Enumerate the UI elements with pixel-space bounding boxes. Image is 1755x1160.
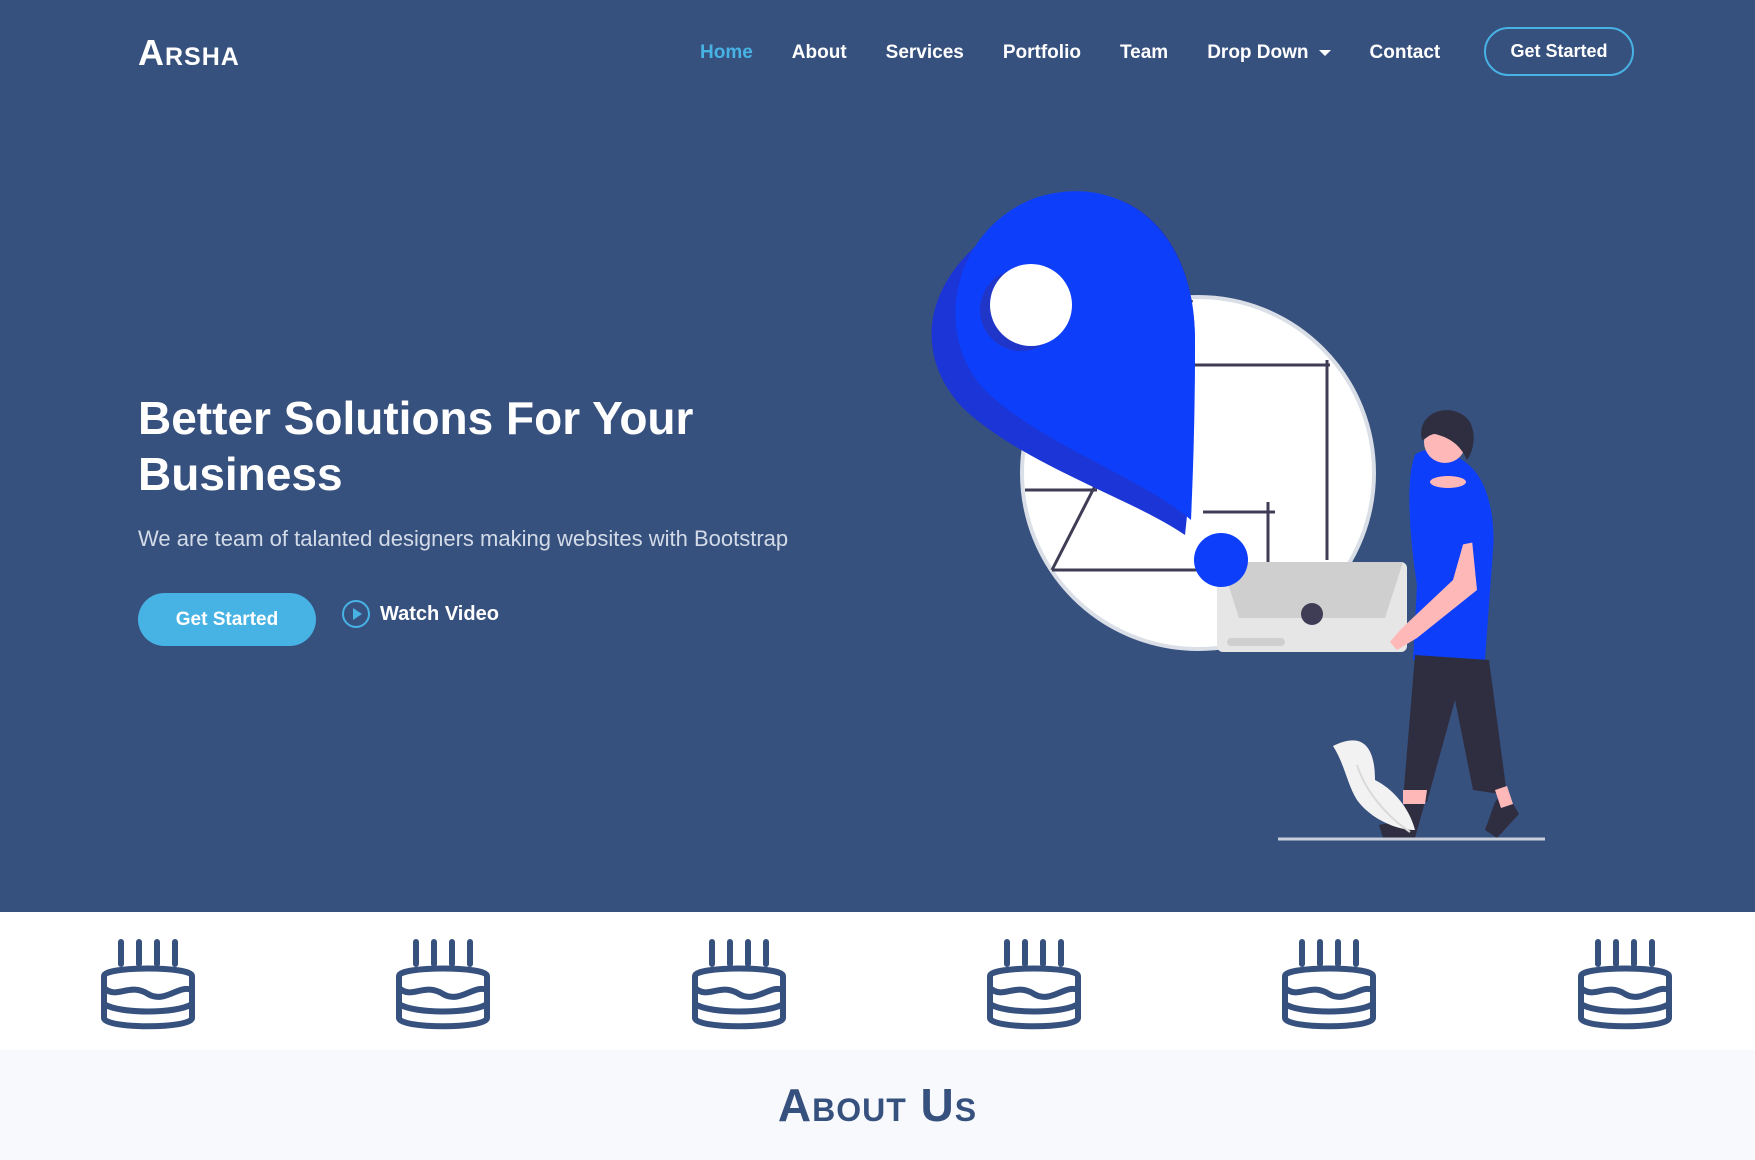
- nav-get-started-button[interactable]: Get Started: [1484, 27, 1634, 76]
- hero-subtitle: We are team of talanted designers making…: [138, 526, 789, 551]
- hero-illustration: [931, 191, 1545, 841]
- birthday-cake-icon[interactable]: [690, 934, 788, 1030]
- play-circle-icon: [342, 600, 370, 628]
- nav-item-label: Portfolio: [1002, 42, 1081, 63]
- nav-item-about[interactable]: About: [792, 42, 847, 64]
- plant-leaf: [1333, 740, 1415, 830]
- nav-item-portfolio[interactable]: Portfolio: [1003, 42, 1081, 64]
- watch-video-label: Watch Video: [380, 602, 499, 625]
- nav-item-label: Home: [700, 42, 753, 63]
- hero-title: Better Solutions For Your Business: [138, 390, 838, 502]
- pin-hole: [990, 264, 1072, 346]
- clients-strip: [0, 912, 1755, 1050]
- birthday-cake-icon[interactable]: [99, 934, 197, 1030]
- hero-title-line1: Better Solutions For Your: [138, 392, 694, 444]
- hero-get-started-button[interactable]: Get Started: [138, 593, 316, 646]
- nav-item-label: Team: [1119, 42, 1169, 63]
- watch-video-link[interactable]: Watch Video: [342, 598, 499, 630]
- birthday-cake-icon[interactable]: [1576, 934, 1674, 1030]
- envelope-seal: [1301, 603, 1323, 625]
- nav-item-label: About: [791, 42, 847, 63]
- about-section: About Us: [0, 1050, 1755, 1160]
- nav-item-team[interactable]: Team: [1120, 42, 1168, 64]
- nav-item-contact[interactable]: Contact: [1370, 42, 1441, 64]
- hero-section: Arsha Home About Services Portfolio Team…: [0, 0, 1755, 912]
- caret-down-icon: [1318, 50, 1331, 56]
- birthday-cake-icon[interactable]: [1280, 934, 1378, 1030]
- nav-item-dropdown[interactable]: Drop Down: [1207, 42, 1331, 64]
- nav-item-label: Services: [885, 42, 964, 63]
- nav-item-services[interactable]: Services: [886, 42, 964, 64]
- nav-item-label: Drop Down: [1207, 42, 1309, 63]
- about-title: About Us: [777, 1079, 978, 1131]
- nav-item-home[interactable]: Home: [700, 42, 753, 64]
- pin-dot: [1194, 533, 1248, 587]
- envelope-label: [1227, 638, 1285, 646]
- hero-title-line2: Business: [138, 448, 343, 500]
- birthday-cake-icon[interactable]: [985, 934, 1083, 1030]
- site-logo[interactable]: Arsha: [138, 32, 240, 74]
- nav-item-label: Contact: [1369, 42, 1441, 63]
- main-nav: Home About Services Portfolio Team Drop …: [700, 0, 1479, 106]
- birthday-cake-icon[interactable]: [394, 934, 492, 1030]
